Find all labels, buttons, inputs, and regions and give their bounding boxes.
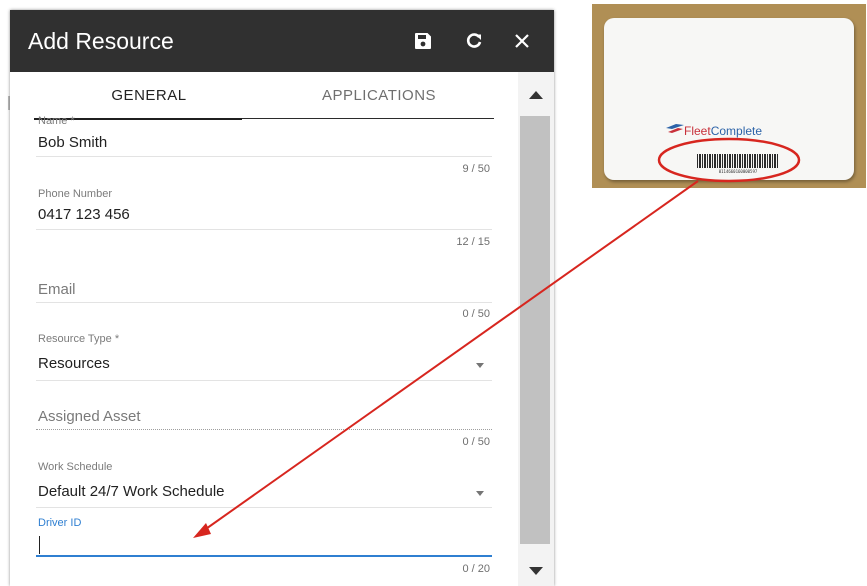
barcode bbox=[697, 154, 779, 168]
dialog-titlebar: Add Resource bbox=[10, 10, 554, 72]
work-schedule-dropdown-icon[interactable] bbox=[476, 491, 484, 496]
phone-number-underline bbox=[36, 229, 492, 230]
text-cursor bbox=[39, 536, 40, 554]
email-field[interactable] bbox=[36, 274, 492, 302]
close-button[interactable] bbox=[509, 28, 535, 54]
tab-bar: GENERAL APPLICATIONS bbox=[34, 72, 494, 120]
card-photo: FleetComplete 0114660160000597 bbox=[592, 4, 866, 188]
dialog-title: Add Resource bbox=[28, 28, 174, 54]
phone-number-counter: 12 / 15 bbox=[456, 236, 490, 248]
refresh-button[interactable] bbox=[461, 28, 487, 54]
scrollbar[interactable] bbox=[518, 72, 554, 586]
driver-id-underline bbox=[36, 555, 492, 557]
arrow-up-icon bbox=[529, 86, 543, 104]
scrollbar-thumb[interactable] bbox=[520, 116, 550, 544]
add-resource-dialog: Add Resource GENERAL APPLICATIONS Name *… bbox=[10, 10, 554, 586]
resource-type-value: Resources bbox=[38, 355, 110, 372]
scroll-up-button[interactable] bbox=[518, 80, 554, 110]
close-icon bbox=[514, 33, 530, 49]
email-counter: 0 / 50 bbox=[462, 308, 490, 320]
save-button[interactable] bbox=[410, 28, 436, 54]
assigned-asset-placeholder: Assigned Asset bbox=[38, 408, 141, 425]
work-schedule-value: Default 24/7 Work Schedule bbox=[38, 483, 225, 500]
barcode-number: 0114660160000597 bbox=[718, 169, 758, 174]
email-underline bbox=[36, 302, 492, 303]
driver-id-label: Driver ID bbox=[38, 517, 82, 529]
name-value: Bob Smith bbox=[38, 134, 108, 151]
driver-id-input[interactable] bbox=[36, 533, 490, 555]
refresh-icon bbox=[465, 32, 483, 50]
save-icon bbox=[414, 32, 432, 50]
assigned-asset-underline bbox=[36, 429, 492, 430]
name-underline bbox=[36, 156, 492, 157]
phone-number-label: Phone Number bbox=[38, 188, 112, 200]
assigned-asset-counter: 0 / 50 bbox=[462, 436, 490, 448]
resource-type-dropdown-icon[interactable] bbox=[476, 363, 484, 368]
name-label: Name * bbox=[38, 115, 75, 127]
resource-type-underline bbox=[36, 380, 492, 381]
scroll-down-button[interactable] bbox=[518, 556, 554, 586]
tab-general[interactable]: GENERAL bbox=[34, 72, 264, 118]
phone-number-value: 0417 123 456 bbox=[38, 206, 130, 223]
driver-id-counter: 0 / 20 bbox=[462, 563, 490, 575]
email-placeholder: Email bbox=[38, 281, 76, 298]
resource-type-label: Resource Type * bbox=[38, 333, 120, 345]
brand-logo-icon bbox=[666, 123, 684, 141]
work-schedule-underline bbox=[36, 507, 492, 508]
name-counter: 9 / 50 bbox=[462, 163, 490, 175]
tab-applications[interactable]: APPLICATIONS bbox=[264, 72, 494, 118]
brand-logo-text: FleetComplete bbox=[684, 124, 763, 138]
id-card: FleetComplete 0114660160000597 bbox=[604, 18, 854, 180]
work-schedule-label: Work Schedule bbox=[38, 461, 113, 473]
arrow-down-icon bbox=[529, 562, 543, 580]
